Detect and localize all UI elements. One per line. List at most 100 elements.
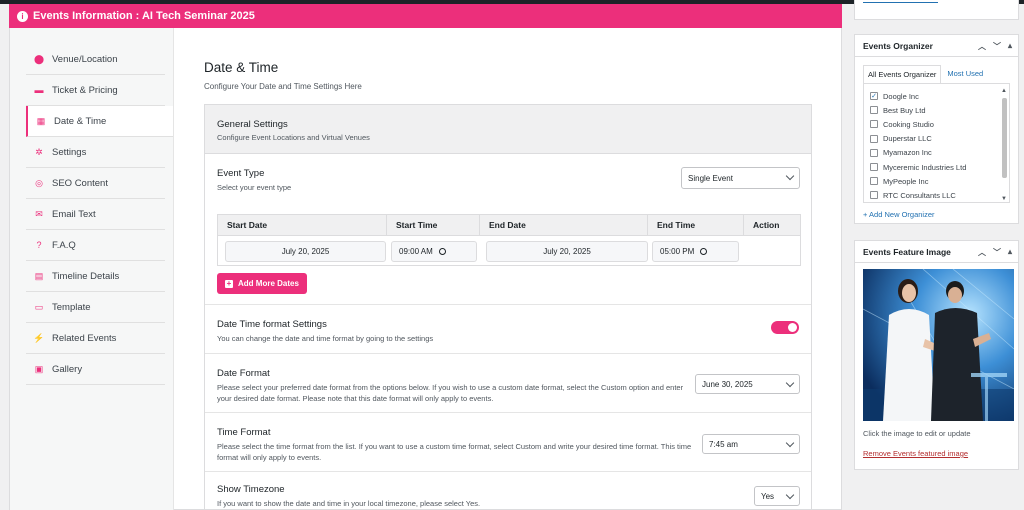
scroll-down-icon[interactable]: ▼ bbox=[1001, 196, 1007, 202]
scrollbar-thumb[interactable] bbox=[1002, 98, 1007, 178]
event-type-select[interactable]: Single Event bbox=[681, 167, 800, 189]
sidebar-item-settings[interactable]: ✲ Settings bbox=[26, 137, 165, 168]
sidebar-item-related-events[interactable]: ⚡ Related Events bbox=[26, 323, 165, 354]
format-settings-row: Date Time format Settings You can change… bbox=[205, 305, 811, 354]
add-more-dates-button[interactable]: + Add More Dates bbox=[217, 273, 307, 294]
organizer-item[interactable]: Best Buy Ltd bbox=[864, 103, 1009, 117]
organizer-label: Best Buy Ltd bbox=[883, 105, 926, 115]
organizer-checkbox[interactable] bbox=[870, 106, 878, 115]
ticket-icon: ▬ bbox=[34, 85, 44, 95]
gallery-icon: ▣ bbox=[34, 363, 44, 374]
sidebar-item-label: Timeline Details bbox=[52, 270, 120, 282]
timezone-value: Yes bbox=[761, 491, 775, 501]
date-format-value: June 30, 2025 bbox=[702, 379, 753, 389]
box-controls: ︿ ﹀ ▴ bbox=[978, 41, 1012, 52]
start-date-value: July 20, 2025 bbox=[281, 247, 330, 256]
box-controls: ︿ ﹀ ▴ bbox=[978, 247, 1012, 258]
organizer-item[interactable]: Duperstar LLC bbox=[864, 132, 1009, 146]
date-format-select[interactable]: June 30, 2025 bbox=[695, 374, 800, 394]
organizer-label: Doogle Inc bbox=[883, 91, 919, 101]
organizer-item[interactable]: MyPeople Inc bbox=[864, 174, 1009, 188]
time-format-value: 7:45 am bbox=[709, 439, 738, 449]
organizer-checkbox[interactable] bbox=[870, 177, 878, 186]
chevron-down-icon bbox=[785, 438, 795, 448]
plus-icon: + bbox=[225, 278, 233, 288]
template-icon: ▭ bbox=[34, 301, 44, 312]
organizer-label: MyPeople Inc bbox=[883, 176, 929, 186]
organizer-checkbox[interactable]: ✓ bbox=[870, 92, 878, 101]
time-format-select[interactable]: 7:45 am bbox=[702, 434, 800, 454]
end-date-input[interactable]: July 20, 2025 bbox=[486, 241, 648, 262]
organizer-checkbox[interactable] bbox=[870, 148, 878, 157]
organizer-checkbox[interactable] bbox=[870, 134, 878, 143]
featured-image[interactable] bbox=[862, 268, 1015, 422]
question-icon: ? bbox=[36, 240, 42, 250]
feature-image-title: Events Feature Image bbox=[863, 246, 951, 257]
organizer-item[interactable]: ✓ Doogle Inc bbox=[864, 89, 1009, 103]
event-dates-table: Start Date Start Time End Date End Time … bbox=[217, 214, 801, 266]
start-time-input[interactable]: 09:00 AM bbox=[391, 241, 477, 262]
triangle-up-icon[interactable]: ▴ bbox=[1008, 247, 1012, 258]
organizer-checkbox[interactable] bbox=[870, 191, 878, 200]
end-time-value: 05:00 PM bbox=[660, 247, 695, 256]
organizer-item[interactable]: Cooking Studio bbox=[864, 117, 1009, 131]
organizer-list: ✓ Doogle Inc Best Buy Ltd Cooking Studio Dup… bbox=[863, 83, 1010, 203]
sidebar-item-label: SEO Content bbox=[52, 177, 108, 189]
format-settings-label: Date Time format Settings bbox=[217, 319, 327, 330]
organizer-item[interactable]: Myceremic Industries Ltd bbox=[864, 160, 1009, 174]
format-settings-toggle[interactable] bbox=[771, 321, 799, 334]
general-settings-head: General Settings Configure Event Locatio… bbox=[205, 105, 811, 154]
event-type-value: Single Event bbox=[688, 173, 733, 183]
chevron-down-icon[interactable]: ﹀ bbox=[993, 41, 1001, 52]
sidebar-item-gallery[interactable]: ▣ Gallery bbox=[26, 354, 165, 385]
scroll-up-icon[interactable]: ▲ bbox=[1001, 88, 1007, 94]
sidebar-item-label: Email Text bbox=[52, 208, 96, 220]
timezone-desc: If you want to show the date and time in… bbox=[217, 499, 481, 508]
timezone-select[interactable]: Yes bbox=[754, 486, 800, 506]
sidebar-item-label: Related Events bbox=[52, 332, 117, 344]
sidebar-item-label: Settings bbox=[52, 146, 87, 158]
sidebar-item-f-a-q[interactable]: ? F.A.Q bbox=[26, 230, 165, 261]
organizer-item[interactable]: RTC Consultants LLC bbox=[864, 188, 1009, 202]
sidebar-item-ticket-pricing[interactable]: ▬ Ticket & Pricing bbox=[26, 75, 165, 106]
sidebar-item-label: F.A.Q bbox=[52, 239, 76, 251]
organizer-item[interactable]: Myamazon Inc bbox=[864, 146, 1009, 160]
time-format-desc: Please select the time format from the l… bbox=[217, 442, 692, 462]
sidebar-item-date-time[interactable]: ▦ Date & Time bbox=[26, 106, 173, 137]
add-category-link-underline[interactable] bbox=[863, 2, 938, 3]
end-time-input[interactable]: 05:00 PM bbox=[652, 241, 739, 262]
sidebar-item-timeline-details[interactable]: ▤ Timeline Details bbox=[26, 261, 165, 292]
chevron-up-icon[interactable]: ︿ bbox=[978, 247, 986, 258]
start-date-input[interactable]: July 20, 2025 bbox=[225, 241, 386, 262]
time-format-label: Time Format bbox=[217, 427, 271, 438]
sidebar-item-venue-location[interactable]: ⬤ Venue/Location bbox=[26, 44, 165, 75]
plug-icon: ⚡ bbox=[33, 332, 45, 343]
organizer-checkbox[interactable] bbox=[870, 120, 878, 129]
tab-most-used[interactable]: Most Used bbox=[941, 65, 988, 83]
organizer-head: Events Organizer ︿ ﹀ ▴ bbox=[855, 35, 1018, 57]
chevron-up-icon[interactable]: ︿ bbox=[978, 41, 986, 52]
events-info-panel: ⬤ Venue/Location ▬ Ticket & Pricing ▦ Date & … bbox=[9, 28, 842, 510]
chevron-down-icon[interactable]: ﹀ bbox=[993, 247, 1001, 258]
col-start-time: Start Time bbox=[387, 215, 480, 236]
organizer-box: Events Organizer ︿ ﹀ ▴ All Events Organi… bbox=[854, 34, 1019, 224]
organizer-scrollbar[interactable]: ▲ ▼ bbox=[1001, 88, 1008, 202]
organizer-label: RTC Consultants LLC bbox=[883, 190, 956, 200]
sidebar-item-email-text[interactable]: ✉ Email Text bbox=[26, 199, 165, 230]
organizer-label: Myamazon Inc bbox=[883, 148, 932, 158]
header-title: Events Information : AI Tech Seminar 202… bbox=[33, 10, 255, 22]
info-icon: i bbox=[17, 10, 28, 22]
envelope-icon: ✉ bbox=[35, 208, 43, 219]
sidebar-item-label: Venue/Location bbox=[52, 53, 118, 65]
date-format-row: Date Format Please select your preferred… bbox=[205, 354, 811, 413]
sidebar-item-template[interactable]: ▭ Template bbox=[26, 292, 165, 323]
organizer-checkbox[interactable] bbox=[870, 163, 878, 172]
category-box-partial bbox=[854, 0, 1019, 20]
sidebar-item-seo-content[interactable]: ◎ SEO Content bbox=[26, 168, 165, 199]
settings-sidenav: ⬤ Venue/Location ▬ Ticket & Pricing ▦ Date & … bbox=[10, 28, 174, 510]
triangle-up-icon[interactable]: ▴ bbox=[1008, 41, 1012, 52]
tab-all-organizers[interactable]: All Events Organizer bbox=[863, 65, 942, 83]
remove-featured-image-link[interactable]: Remove Events featured image bbox=[863, 449, 968, 458]
toggle-knob bbox=[788, 323, 797, 332]
add-organizer-link[interactable]: + Add New Organizer bbox=[863, 210, 935, 219]
